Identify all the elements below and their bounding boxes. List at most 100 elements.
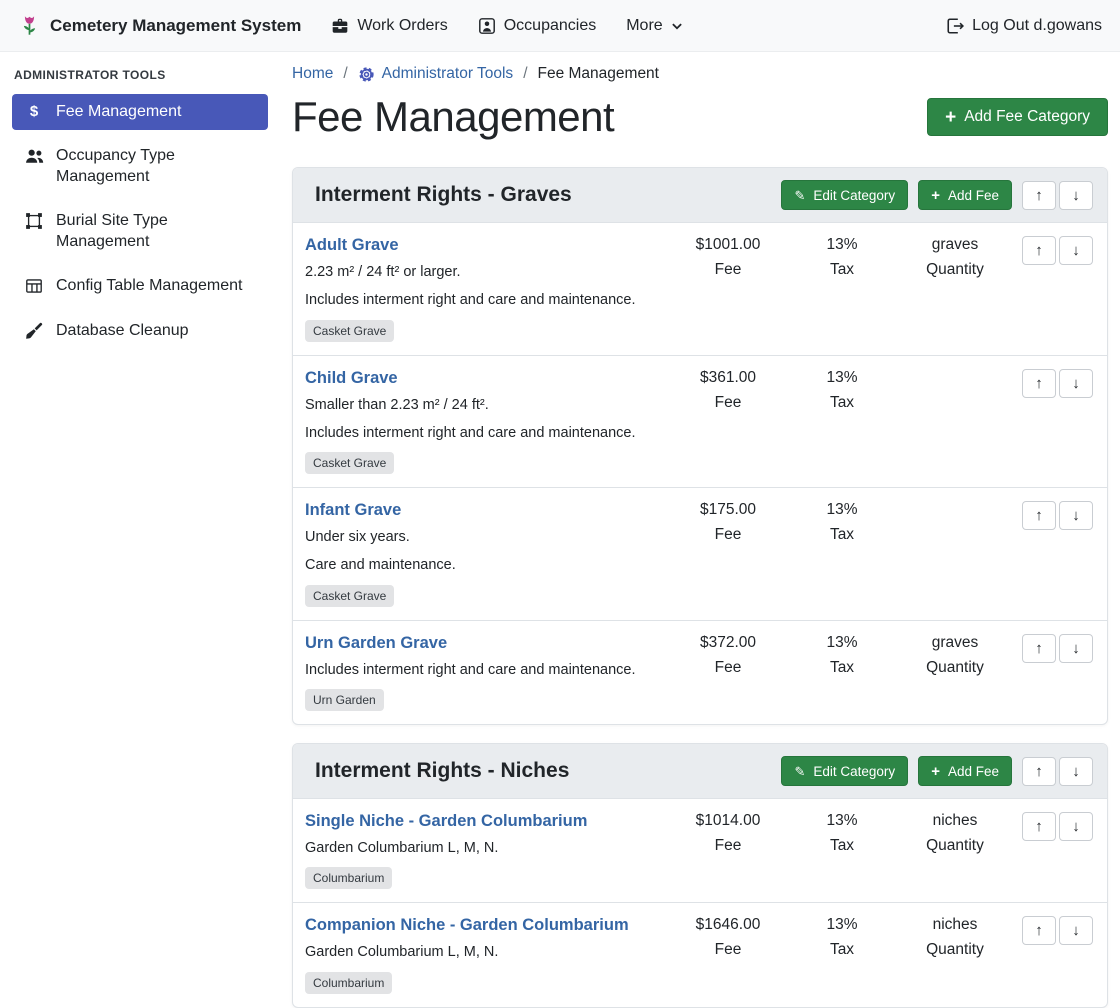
move-fee-up-button[interactable]: ↑ [1022, 812, 1056, 841]
fee-description: Garden Columbarium L, M, N. [305, 838, 663, 858]
move-fee-down-button[interactable]: ↓ [1059, 634, 1093, 663]
fee-type-badge: Casket Grave [305, 585, 394, 607]
sidebar-item-database-cleanup[interactable]: Database Cleanup [12, 313, 268, 349]
move-fee-up-button[interactable]: ↑ [1022, 916, 1056, 945]
fee-info: Single Niche - Garden Columbarium Garden … [305, 812, 663, 889]
fee-name-link[interactable]: Urn Garden Grave [305, 634, 447, 653]
edit-category-button[interactable]: ✎Edit Category [781, 756, 908, 786]
fee-quantity-col [897, 369, 1013, 376]
fee-quantity-col-label: Quantity [897, 659, 1013, 677]
sidebar-heading: ADMINISTRATOR TOOLS [14, 68, 266, 82]
fee-amount-col: $175.00 Fee [669, 501, 787, 544]
fee-description: Includes interment right and care and ma… [305, 290, 663, 310]
move-fee-up-button[interactable]: ↑ [1022, 501, 1056, 530]
table-icon [24, 277, 44, 295]
sidebar-item-occupancy-type-management[interactable]: Occupancy Type Management [12, 138, 268, 195]
fee-description: 2.23 m² / 24 ft² or larger. [305, 262, 663, 282]
arrow-up-icon: ↑ [1035, 187, 1043, 204]
nav-occupancies[interactable]: Occupancies [478, 17, 597, 35]
fee-tax-col: 13%Tax [793, 501, 891, 544]
fee-type-badge: Urn Garden [305, 689, 384, 711]
move-category-down-button[interactable]: ↓ [1059, 181, 1093, 210]
sidebar-item-config-table-management[interactable]: Config Table Management [12, 268, 268, 304]
fee-name-link[interactable]: Companion Niche - Garden Columbarium [305, 916, 629, 935]
move-fee-down-button[interactable]: ↓ [1059, 369, 1093, 398]
fee-quantity-col-value: niches [897, 812, 1013, 830]
fee-tax-col: 13%Tax [793, 916, 891, 959]
edit-category-button[interactable]: ✎Edit Category [781, 180, 908, 210]
sidebar-item-label: Burial Site Type Management [56, 211, 256, 252]
arrow-down-icon: ↓ [1072, 187, 1080, 204]
sidebar-item-label: Occupancy Type Management [56, 146, 256, 187]
fee-amount-col-value: $361.00 [669, 369, 787, 387]
category-title: Interment Rights - Graves [315, 183, 781, 207]
breadcrumb-separator: / [523, 65, 527, 83]
fee-tax-col-value: 13% [793, 812, 891, 830]
move-fee-down-button[interactable]: ↓ [1059, 501, 1093, 530]
fee-quantity-col-value: graves [897, 236, 1013, 254]
sidebar-item-fee-management[interactable]: $Fee Management [12, 94, 268, 130]
fee-quantity-col [897, 501, 1013, 508]
fee-tax-col-label: Tax [793, 941, 891, 959]
fee-quantity-col: nichesQuantity [897, 812, 1013, 855]
fee-tax-col-label: Tax [793, 394, 891, 412]
fee-quantity-col: nichesQuantity [897, 916, 1013, 959]
category-header: Interment Rights - Graves✎Edit Category +… [293, 168, 1107, 223]
vector-square-icon [24, 212, 44, 230]
nav-logout[interactable]: Log Out d.gowans [946, 17, 1102, 35]
move-fee-down-button[interactable]: ↓ [1059, 812, 1093, 841]
brand[interactable]: Cemetery Management System [18, 14, 301, 37]
work-orders-icon [331, 17, 349, 35]
add-fee-category-button[interactable]: + Add Fee Category [927, 98, 1108, 136]
logout-icon [946, 17, 964, 35]
plus-icon: + [931, 188, 940, 203]
move-fee-up-button[interactable]: ↑ [1022, 369, 1056, 398]
pencil-icon: ✎ [794, 765, 805, 778]
fee-amount-col-label: Fee [669, 526, 787, 544]
occupancies-icon [478, 17, 496, 35]
move-fee-up-button[interactable]: ↑ [1022, 236, 1056, 265]
move-category-up-button[interactable]: ↑ [1022, 181, 1056, 210]
arrow-up-icon: ↑ [1035, 375, 1043, 392]
move-fee-down-button[interactable]: ↓ [1059, 916, 1093, 945]
fee-categories: Interment Rights - Graves✎Edit Category+… [292, 167, 1108, 1008]
nav-work-orders[interactable]: Work Orders [331, 17, 447, 35]
fee-amount-col-label: Fee [669, 394, 787, 412]
nav-more[interactable]: More [626, 17, 682, 35]
fee-info: Urn Garden Grave Includes interment right… [305, 634, 663, 711]
dollar-icon: $ [24, 103, 44, 121]
arrow-down-icon: ↓ [1072, 818, 1080, 835]
move-fee-down-button[interactable]: ↓ [1059, 236, 1093, 265]
arrow-up-icon: ↑ [1035, 922, 1043, 939]
arrow-down-icon: ↓ [1072, 922, 1080, 939]
add-fee-button[interactable]: +Add Fee [918, 756, 1012, 786]
title-row: Fee Management + Add Fee Category [292, 93, 1108, 141]
breadcrumb-home-link[interactable]: Home [292, 65, 333, 83]
fee-row: Companion Niche - Garden ColumbariumGard… [293, 902, 1107, 1006]
fee-amount-col-value: $175.00 [669, 501, 787, 519]
fee-amount-col: $372.00Fee [669, 634, 787, 677]
arrow-up-icon: ↑ [1035, 640, 1043, 657]
breadcrumb-separator: / [343, 65, 347, 83]
add-fee-button[interactable]: +Add Fee [918, 180, 1012, 210]
move-category-down-button[interactable]: ↓ [1059, 757, 1093, 786]
fee-type-badge: Columbarium [305, 867, 392, 889]
move-fee-up-button[interactable]: ↑ [1022, 634, 1056, 663]
fee-type-badge: Casket Grave [305, 320, 394, 342]
category-title: Interment Rights - Niches [315, 759, 781, 783]
sidebar-item-label: Database Cleanup [56, 321, 189, 341]
fee-name-link[interactable]: Child Grave [305, 369, 398, 388]
move-category-up-button[interactable]: ↑ [1022, 757, 1056, 786]
sidebar-item-burial-site-type-management[interactable]: Burial Site Type Management [12, 203, 268, 260]
fee-amount-col-value: $1646.00 [669, 916, 787, 934]
fee-tax-col-value: 13% [793, 369, 891, 387]
breadcrumb-admin-link[interactable]: Administrator Tools [358, 65, 514, 83]
brand-logo-icon [18, 14, 41, 37]
fee-description: Smaller than 2.23 m² / 24 ft². [305, 395, 663, 415]
fee-description: Includes interment right and care and ma… [305, 660, 663, 680]
fee-name-link[interactable]: Adult Grave [305, 236, 399, 255]
fee-name-link[interactable]: Single Niche - Garden Columbarium [305, 812, 587, 831]
fee-name-link[interactable]: Infant Grave [305, 501, 401, 520]
fee-type-badge: Columbarium [305, 972, 392, 994]
fee-tax-col-label: Tax [793, 659, 891, 677]
